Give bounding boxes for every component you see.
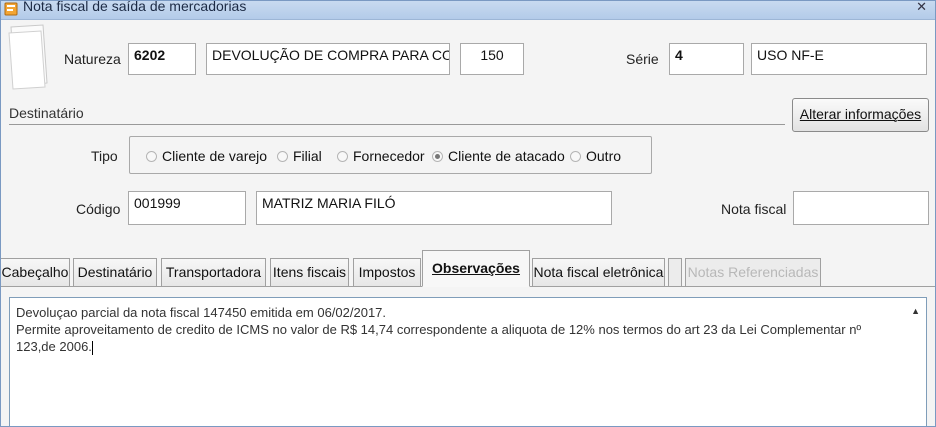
- alter-info-label: Alterar informações: [799, 106, 922, 122]
- radio-dot: [277, 150, 288, 162]
- observacoes-line-2-wrap: Permite aproveitamento de credito de ICM…: [16, 321, 896, 355]
- title-bar: Nota fiscal de saída de mercadorias ✕: [1, 1, 935, 20]
- document-stack-icon: [8, 24, 48, 90]
- serie-field[interactable]: 4: [669, 43, 744, 75]
- observacoes-line-1: Devoluçao parcial da nota fiscal 147450 …: [16, 305, 387, 320]
- radio-cliente-varejo[interactable]: Cliente de varejo: [146, 148, 267, 164]
- scroll-up-arrow-icon[interactable]: ▲: [911, 306, 920, 316]
- tab-spacer: [668, 258, 682, 286]
- tab-label: Impostos: [358, 264, 416, 280]
- tab-impostos[interactable]: Impostos: [353, 258, 421, 286]
- serie-description-field[interactable]: USO NF-E: [751, 43, 927, 75]
- codigo-label: Código: [76, 201, 121, 217]
- close-icon[interactable]: ✕: [916, 1, 927, 15]
- radio-label: Cliente de atacado: [448, 148, 565, 164]
- observacoes-textarea[interactable]: Devoluçao parcial da nota fiscal 147450 …: [9, 297, 927, 426]
- natureza-description-field[interactable]: DEVOLUÇÃO DE COMPRA PARA COMER(: [206, 43, 450, 75]
- tab-label: Nota fiscal eletrônica: [533, 264, 664, 280]
- tab-strip: Cabeçalho Destinatário Transportadora It…: [1, 248, 935, 287]
- observacoes-line-2: Permite aproveitamento de credito de ICM…: [16, 322, 862, 354]
- destinatario-section-title: Destinatário: [9, 105, 84, 121]
- tab-label: Transportadora: [165, 264, 262, 280]
- destinatario-name-field[interactable]: MATRIZ MARIA FILÓ: [256, 191, 612, 225]
- text-caret: [91, 340, 93, 355]
- tab-destinatario[interactable]: Destinatário: [73, 258, 157, 286]
- radio-label: Cliente de varejo: [162, 148, 268, 164]
- radio-dot-selected: [432, 150, 443, 162]
- tab-cabecalho[interactable]: Cabeçalho: [1, 258, 70, 286]
- tab-label: Cabeçalho: [1, 264, 69, 280]
- radio-outro[interactable]: Outro: [570, 148, 621, 164]
- radio-cliente-atacado[interactable]: Cliente de atacado: [432, 148, 565, 164]
- tab-label: Destinatário: [77, 264, 153, 280]
- tipo-radio-group: Cliente de varejo Filial Fornecedor Clie…: [129, 136, 652, 174]
- tab-observacoes[interactable]: Observações: [422, 250, 530, 287]
- observacoes-text: Devoluçao parcial da nota fiscal 147450 …: [16, 304, 896, 355]
- radio-dot: [570, 150, 581, 162]
- radio-label: Filial: [293, 148, 322, 164]
- nota-fiscal-field[interactable]: [793, 191, 929, 225]
- tipo-label: Tipo: [91, 148, 118, 164]
- nota-fiscal-window: Nota fiscal de saída de mercadorias ✕ Na…: [0, 0, 936, 427]
- alter-info-button[interactable]: Alterar informações: [792, 98, 929, 132]
- natureza-number-field[interactable]: 150: [460, 43, 524, 75]
- serie-label: Série: [626, 51, 659, 67]
- window-title: Nota fiscal de saída de mercadorias: [23, 0, 247, 14]
- tab-transportadora[interactable]: Transportadora: [161, 258, 266, 286]
- natureza-code-field[interactable]: 6202: [128, 43, 196, 75]
- codigo-field[interactable]: 001999: [128, 191, 246, 225]
- tab-label: Itens fiscais: [272, 264, 347, 280]
- tab-label: Observações: [432, 260, 520, 276]
- radio-dot: [146, 150, 157, 162]
- radio-label: Outro: [586, 148, 622, 164]
- radio-filial[interactable]: Filial: [277, 148, 322, 164]
- tab-itens-fiscais[interactable]: Itens fiscais: [270, 258, 349, 286]
- radio-dot: [337, 150, 348, 162]
- section-divider: [9, 124, 785, 125]
- nota-fiscal-label: Nota fiscal: [721, 201, 787, 217]
- radio-label: Fornecedor: [353, 148, 425, 164]
- tab-notas-referenciadas[interactable]: Notas Referenciadas: [685, 258, 821, 286]
- radio-fornecedor[interactable]: Fornecedor: [337, 148, 425, 164]
- tab-nota-fiscal-eletronica[interactable]: Nota fiscal eletrônica: [532, 258, 665, 286]
- document-icon: [4, 2, 18, 16]
- natureza-label: Natureza: [64, 51, 121, 67]
- tab-label: Notas Referenciadas: [687, 264, 819, 280]
